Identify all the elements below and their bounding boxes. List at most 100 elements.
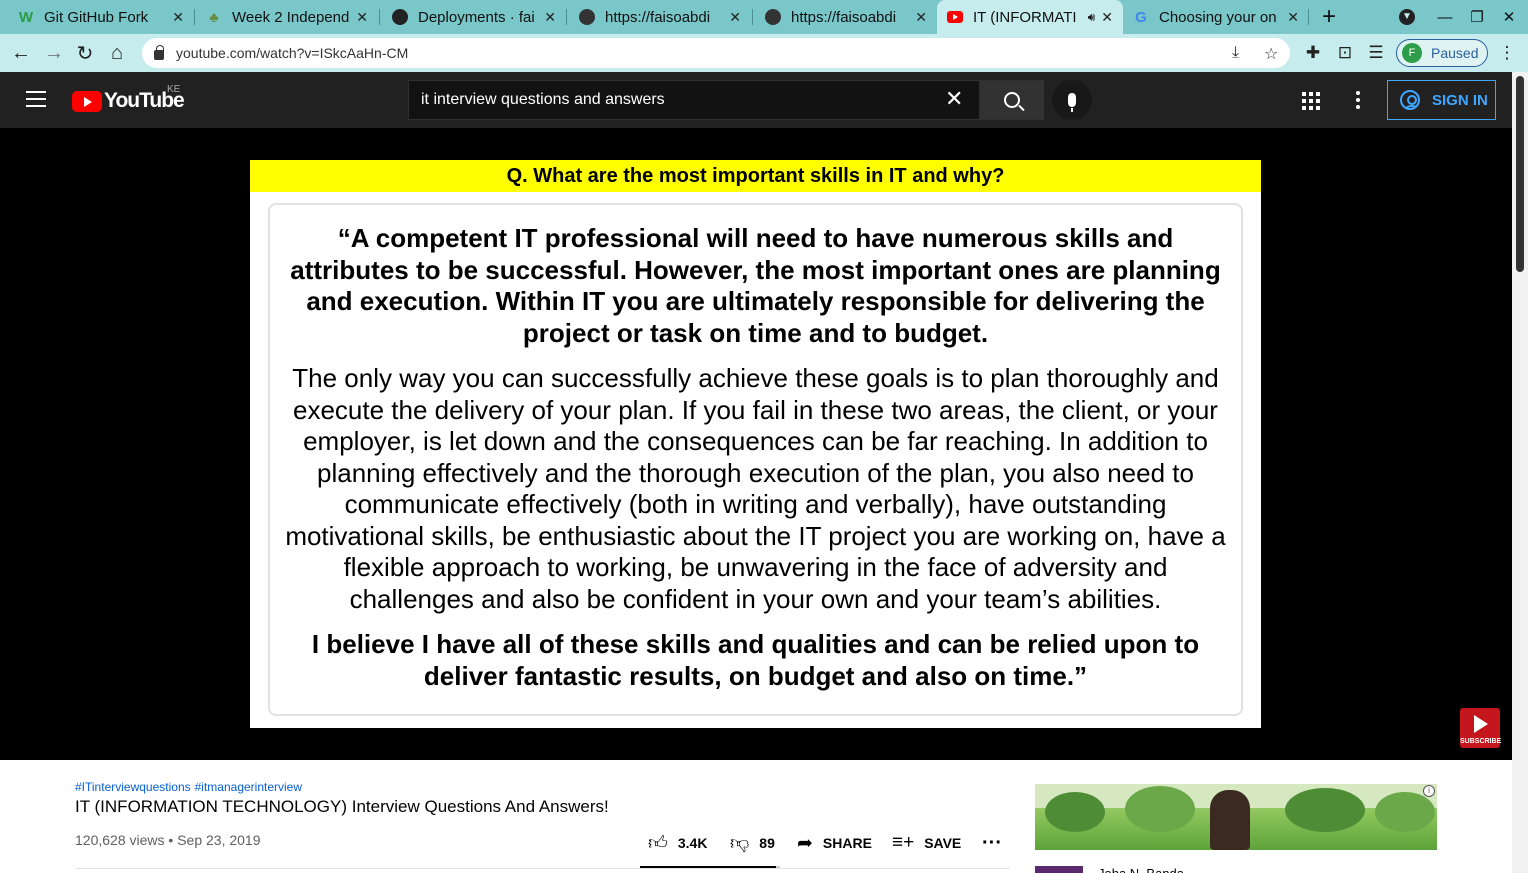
hashtags: #ITinterviewquestions #itmanagerinterview bbox=[75, 780, 306, 794]
scroll-thumb[interactable] bbox=[1516, 76, 1524, 272]
browser-menu-icon[interactable]: ⋮ bbox=[1496, 42, 1518, 64]
sign-in-button[interactable]: SIGN IN bbox=[1387, 80, 1496, 120]
save-button[interactable]: ≡+ SAVE bbox=[892, 830, 961, 856]
tab-faisoabdi-1[interactable]: https://faisoabdi ✕ bbox=[561, 0, 751, 34]
cast-icon[interactable]: ⊡ bbox=[1334, 42, 1356, 64]
account-icon bbox=[1400, 90, 1420, 110]
video-meta: 120,628 views • Sep 23, 2019 bbox=[75, 832, 261, 848]
github-icon bbox=[392, 9, 408, 25]
tree-icon: ♣ bbox=[209, 9, 219, 25]
playlist-add-icon: ≡+ bbox=[892, 832, 915, 853]
address-bar[interactable]: youtube.com/watch?v=ISkcAaHn-CM ⤓ ☆ bbox=[142, 38, 1290, 68]
clear-search-icon[interactable]: ✕ bbox=[945, 88, 963, 110]
home-icon[interactable]: ⌂ bbox=[102, 38, 132, 68]
w-icon: W bbox=[18, 8, 34, 26]
search-value[interactable]: it interview questions and answers bbox=[421, 91, 665, 109]
share-button[interactable]: ➦ SHARE bbox=[797, 830, 872, 856]
apps-grid-icon[interactable] bbox=[1302, 92, 1320, 110]
sign-in-label: SIGN IN bbox=[1432, 91, 1488, 109]
save-label: SAVE bbox=[924, 835, 962, 851]
window-close-icon[interactable]: ✕ bbox=[1498, 0, 1520, 34]
google-icon: G bbox=[1135, 8, 1147, 26]
youtube-masthead: YouTube KE it interview questions and an… bbox=[0, 72, 1512, 128]
browser-toolbar: ← → ↻ ⌂ youtube.com/watch?v=ISkcAaHn-CM … bbox=[0, 34, 1528, 72]
restore-icon[interactable]: ❐ bbox=[1466, 0, 1488, 34]
tab-choosing[interactable]: G Choosing your on ✕ bbox=[1123, 0, 1309, 34]
microphone-icon bbox=[1068, 93, 1076, 112]
globe-icon bbox=[579, 9, 595, 25]
thumbs-down-icon: 👎︎ bbox=[730, 832, 750, 854]
tab-title: Week 2 Independe bbox=[232, 8, 351, 26]
close-icon[interactable]: ✕ bbox=[915, 9, 927, 26]
new-tab-button[interactable]: + bbox=[1316, 0, 1342, 34]
hashtag-link[interactable]: #itmanagerinterview bbox=[195, 780, 302, 794]
ad-banner[interactable] bbox=[1035, 784, 1437, 850]
close-icon[interactable]: ✕ bbox=[172, 9, 184, 26]
video-frame: Q. What are the most important skills in… bbox=[250, 160, 1261, 728]
divider bbox=[75, 868, 1010, 869]
answer-paragraph-1: “A competent IT professional will need t… bbox=[290, 223, 1221, 348]
subscribe-watermark[interactable]: SUBSCRIBE bbox=[1460, 708, 1502, 748]
share-label: SHARE bbox=[822, 835, 872, 851]
video-player[interactable]: Q. What are the most important skills in… bbox=[0, 128, 1512, 760]
next-video-title[interactable]: Jaha N. Banda bbox=[1098, 866, 1218, 873]
answer-paragraph-2: The only way you can successfully achiev… bbox=[285, 363, 1226, 614]
tab-title: IT (INFORMATI bbox=[973, 8, 1077, 26]
lock-icon[interactable] bbox=[154, 45, 164, 60]
dislike-button[interactable]: 👎︎ 89 bbox=[730, 830, 775, 856]
tab-title: Git GitHub Fork bbox=[44, 8, 149, 26]
youtube-play-icon bbox=[72, 90, 102, 112]
tab-week-2[interactable]: ♣ Week 2 Independe ✕ bbox=[188, 0, 378, 34]
voice-search-button[interactable] bbox=[1052, 80, 1092, 120]
meta-dot: • bbox=[168, 832, 178, 848]
avatar: F bbox=[1402, 43, 1422, 63]
star-icon[interactable]: ☆ bbox=[1264, 44, 1278, 64]
youtube-icon bbox=[947, 9, 963, 25]
close-icon[interactable]: ✕ bbox=[356, 9, 368, 26]
hashtag-link[interactable]: #ITinterviewquestions bbox=[75, 780, 191, 794]
subscribe-label: SUBSCRIBE bbox=[1460, 738, 1502, 745]
like-button[interactable]: 👍︎ 3.4K bbox=[648, 830, 707, 856]
minimize-icon[interactable]: — bbox=[1434, 0, 1456, 34]
view-count: 120,628 views bbox=[75, 832, 165, 848]
slide-answer-card: “A competent IT professional will need t… bbox=[268, 203, 1243, 716]
reload-icon[interactable]: ↻ bbox=[70, 38, 100, 68]
tab-title: https://faisoabdi bbox=[605, 8, 711, 26]
close-icon[interactable]: ✕ bbox=[729, 9, 741, 26]
tab-strip: W Git GitHub Fork ✕ ♣ Week 2 Independe ✕… bbox=[0, 0, 1528, 34]
install-icon[interactable]: ⤓ bbox=[1232, 44, 1239, 62]
ad-info-icon[interactable]: i bbox=[1423, 785, 1435, 797]
share-arrow-icon: ➦ bbox=[797, 832, 813, 854]
more-actions-icon[interactable]: ··· bbox=[982, 830, 1002, 856]
tab-youtube-active[interactable]: IT (INFORMATI 🔊︎ ✕ bbox=[937, 0, 1123, 34]
speaker-icon[interactable]: 🔊︎ bbox=[1088, 10, 1096, 25]
close-icon[interactable]: ✕ bbox=[1287, 9, 1299, 26]
page-scrollbar[interactable] bbox=[1512, 72, 1528, 873]
back-arrow-icon[interactable]: ← bbox=[6, 38, 36, 68]
tab-faisoabdi-2[interactable]: https://faisoabdi ✕ bbox=[747, 0, 937, 34]
menu-icon[interactable] bbox=[26, 91, 46, 109]
forward-arrow-icon[interactable]: → bbox=[39, 38, 69, 68]
media-control-icon[interactable]: ☰ bbox=[1365, 42, 1387, 64]
thumbs-up-icon: 👍︎ bbox=[648, 832, 668, 854]
globe-icon bbox=[765, 9, 781, 25]
slide-question: Q. What are the most important skills in… bbox=[250, 160, 1261, 192]
search-input[interactable]: it interview questions and answers bbox=[408, 80, 980, 120]
close-icon[interactable]: ✕ bbox=[544, 9, 556, 26]
settings-more-icon[interactable] bbox=[1356, 91, 1360, 109]
video-title: IT (INFORMATION TECHNOLOGY) Interview Qu… bbox=[75, 797, 609, 816]
profile-chip[interactable]: F Paused bbox=[1396, 39, 1488, 67]
tab-deployments[interactable]: Deployments · fai ✕ bbox=[374, 0, 566, 34]
search-button[interactable] bbox=[980, 80, 1044, 120]
upload-date: Sep 23, 2019 bbox=[177, 832, 261, 848]
ad-tree bbox=[1375, 792, 1435, 832]
ad-tree bbox=[1285, 788, 1365, 832]
next-video-thumbnail[interactable] bbox=[1035, 866, 1083, 873]
url-text[interactable]: youtube.com/watch?v=ISkcAaHn-CM bbox=[176, 45, 408, 61]
tab-search-icon[interactable]: ▼ bbox=[1396, 0, 1418, 34]
like-count: 3.4K bbox=[677, 835, 708, 851]
close-icon[interactable]: ✕ bbox=[1101, 9, 1113, 26]
tab-git-github-fork[interactable]: W Git GitHub Fork ✕ bbox=[0, 0, 194, 34]
extensions-icon[interactable]: ✚ bbox=[1302, 42, 1324, 64]
tab-separator bbox=[1308, 9, 1309, 25]
